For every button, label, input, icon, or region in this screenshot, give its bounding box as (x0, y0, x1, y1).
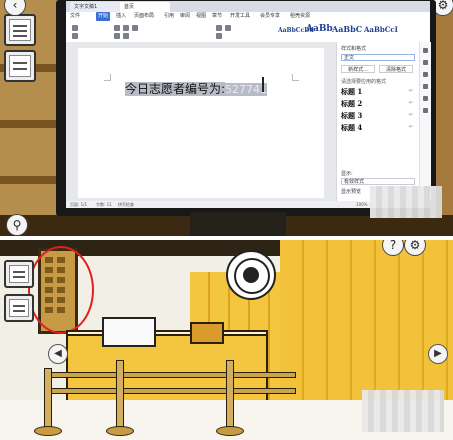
menu-file[interactable]: 文件 (70, 12, 80, 21)
align-icon[interactable] (216, 25, 222, 31)
shape-icon[interactable] (423, 72, 428, 77)
style-item-heading-4[interactable]: 标题 4 ↵ (341, 122, 415, 133)
document-canvas: 今日志愿者编号为:527741 (66, 42, 336, 201)
text-cursor (262, 77, 264, 92)
chevron-left-icon[interactable]: ◀ (48, 344, 68, 364)
document-page[interactable]: 今日志愿者编号为:527741 (78, 48, 324, 198)
stanchion-base (34, 426, 62, 436)
bottom-scene-reception: ◀ ▶ ? ⚙ (0, 240, 453, 440)
right-tool-strip (419, 42, 431, 201)
clear-format-button[interactable]: 清除格式 (379, 65, 413, 73)
style-format-pane: 样式和格式 正文 新样式... 清除格式 请选择要应用的格式 标题 1 ↵ 标题 … (336, 42, 420, 201)
document-tab-bar: 文字文稿1 首页 (66, 1, 430, 12)
table-icon[interactable] (423, 96, 428, 101)
style-preview-h2[interactable]: AaBbC (332, 24, 362, 34)
style-item-heading-1[interactable]: 标题 1 ↵ (341, 86, 415, 97)
style-preview-h1[interactable]: AaBb (306, 24, 333, 34)
style-item-heading-3[interactable]: 标题 3 ↵ (341, 110, 415, 121)
word-processor-window: 文字文稿1 首页 文件 开始 插入 页面布局 引用 审阅 视图 章节 开发工具 … (66, 1, 431, 208)
menu-reference[interactable]: 引用 (164, 12, 174, 21)
current-style-select[interactable]: 正文 (341, 54, 415, 61)
menu-view[interactable]: 视图 (196, 12, 206, 21)
menu-docer[interactable]: 稻壳资源 (290, 12, 310, 21)
desk-computer[interactable] (102, 317, 156, 347)
ribbon-toolbar: AaBbCcDd AaBb AaBbC AaBbCcI (66, 21, 430, 43)
stanchion-post (44, 368, 52, 432)
select-icon[interactable] (423, 84, 428, 89)
highlight-icon[interactable] (123, 33, 129, 39)
new-style-button[interactable]: 新样式... (341, 65, 375, 73)
paste-icon[interactable] (72, 25, 78, 31)
font-color-icon[interactable] (114, 33, 120, 39)
stanchion-post (116, 360, 124, 432)
menu-section[interactable]: 章节 (212, 12, 222, 21)
magnifier-icon[interactable]: ⚲ (6, 214, 28, 236)
show-label: 显示: (341, 171, 353, 177)
menu-layout[interactable]: 页面布局 (134, 12, 154, 21)
inventory-slot-card[interactable] (4, 50, 36, 82)
style-item-heading-2[interactable]: 标题 2 ↵ (341, 98, 415, 109)
inventory-slot-document[interactable] (4, 260, 34, 288)
italic-icon[interactable] (123, 25, 129, 31)
watermark-blur (370, 186, 442, 218)
document-tab[interactable]: 文字文稿1 (70, 2, 124, 12)
circular-wall-emblem[interactable] (226, 250, 276, 300)
document-text-line[interactable]: 今日志愿者编号为:527741 (125, 80, 268, 97)
share-icon[interactable] (423, 108, 428, 113)
apply-format-label: 请选择要应用的格式 (341, 79, 387, 85)
home-tab[interactable]: 首页 (120, 2, 170, 12)
stanchion-base (106, 426, 134, 436)
indent-icon[interactable] (216, 33, 222, 39)
game-screenshot: ‹ ⚲ ⚙ 文字文稿1 首页 文件 开始 插入 页面布局 引用 审阅 视图 章节… (0, 0, 453, 440)
volunteer-number-value: 527741 (225, 83, 268, 96)
chevron-right-icon[interactable]: ▶ (428, 344, 448, 364)
queue-rope (44, 372, 296, 378)
show-preview-checkbox[interactable]: 显示预览 (341, 188, 361, 195)
menu-insert[interactable]: 插入 (116, 12, 126, 21)
word-count: 字数: 11 (96, 202, 112, 207)
desk-box[interactable] (190, 322, 224, 344)
menu-review[interactable]: 审阅 (180, 12, 190, 21)
stanchion-post (226, 360, 234, 432)
pane-title: 样式和格式 (341, 46, 367, 52)
pen-icon[interactable] (423, 60, 428, 65)
list-icon[interactable] (225, 25, 231, 31)
style-preview-h3[interactable]: AaBbCcI (364, 25, 398, 34)
show-filter-select[interactable]: 有效样式 (341, 178, 415, 185)
menu-member[interactable]: 会员专享 (260, 12, 280, 21)
inventory-slot-document[interactable] (4, 14, 36, 46)
queue-rope-lower (44, 388, 296, 394)
bold-icon[interactable] (114, 25, 120, 31)
underline-icon[interactable] (132, 25, 138, 31)
page-count: 页面: 1/1 (70, 202, 88, 207)
zoom-level[interactable]: 100% (356, 201, 367, 208)
menu-bar: 文件 开始 插入 页面布局 引用 审阅 视图 章节 开发工具 会员专享 稻壳资源 (66, 12, 430, 21)
spell-check[interactable]: 拼写检查 (118, 201, 134, 208)
volunteer-number-label: 今日志愿者编号为: (125, 82, 226, 96)
menu-devtools[interactable]: 开发工具 (230, 12, 250, 21)
inventory-slot-card[interactable] (4, 294, 34, 322)
watermark-blur (362, 390, 444, 432)
red-highlight-circle (28, 246, 94, 334)
menu-home[interactable]: 开始 (96, 12, 111, 21)
stanchion-base (216, 426, 244, 436)
format-painter-icon[interactable] (72, 33, 78, 39)
top-scene-computer-view: ‹ ⚲ ⚙ 文字文稿1 首页 文件 开始 插入 页面布局 引用 审阅 视图 章节… (0, 0, 453, 240)
style-icon[interactable] (423, 48, 428, 53)
